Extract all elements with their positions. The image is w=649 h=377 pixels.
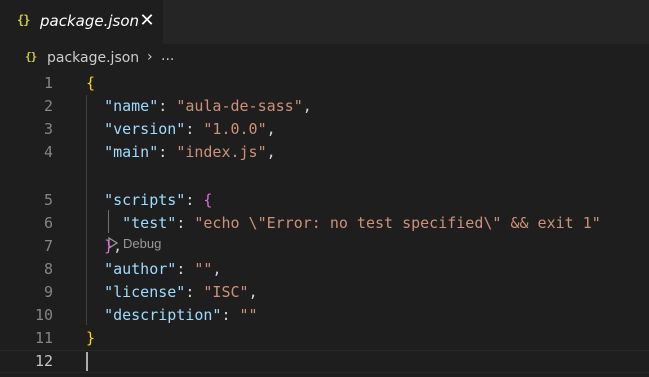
code-text: "test": "echo \"Error: no test specified…: [86, 212, 601, 235]
json-file-icon: {}: [25, 50, 37, 63]
code-text: "description": "": [86, 304, 258, 327]
code-token: "main": [104, 143, 159, 161]
code-text: {: [86, 72, 95, 95]
code-token: :: [176, 214, 195, 232]
code-token: "index.js": [176, 143, 267, 161]
code-token: "1.0.0": [203, 120, 267, 138]
code-text: "main": "index.js",: [86, 141, 276, 164]
code-token: }: [86, 329, 96, 347]
code-line[interactable]: 5 "scripts": {: [0, 189, 649, 212]
line-number: 9: [43, 283, 53, 301]
code-token: "ISC": [203, 283, 249, 301]
code-line[interactable]: 7 },: [0, 235, 649, 258]
code-text: "version": "1.0.0",: [86, 118, 276, 141]
line-number: 1: [43, 74, 53, 92]
line-number: 10: [34, 306, 53, 324]
tab-package-json[interactable]: {} package.json ✕: [0, 0, 163, 45]
tab-label: package.json: [40, 12, 140, 30]
code-token: "author": [104, 260, 177, 278]
line-number: 5: [43, 191, 53, 209]
code-line[interactable]: 12: [0, 350, 649, 373]
line-number: 7: [43, 237, 53, 255]
code-line[interactable]: 9 "license": "ISC",: [0, 281, 649, 304]
code-token: "scripts": [104, 191, 186, 209]
line-number: 4: [43, 143, 53, 161]
code-token: ,: [113, 237, 123, 255]
breadcrumb: {} package.json › ...: [0, 44, 649, 72]
code-token: ,: [266, 120, 276, 138]
code-line[interactable]: 10 "description": "": [0, 304, 649, 327]
code-token: "aula-de-sass": [176, 97, 303, 115]
code-token: ,: [266, 143, 276, 161]
code-token: }: [104, 237, 114, 255]
json-file-icon: {}: [17, 13, 30, 27]
code-token: {: [203, 191, 213, 209]
code-token: ,: [248, 283, 258, 301]
line-number: 11: [34, 329, 53, 347]
code-token: :: [185, 283, 204, 301]
code-token: "license": [104, 283, 186, 301]
code-text: }: [86, 327, 95, 350]
code-token: :: [185, 120, 204, 138]
code-token: "version": [104, 120, 186, 138]
code-text: "name": "aula-de-sass",: [86, 95, 312, 118]
code-token: "description": [104, 306, 222, 324]
line-number: 6: [43, 214, 53, 232]
code-token: "name": [104, 97, 159, 115]
code-token: :: [158, 97, 177, 115]
tab-bar: {} package.json ✕: [0, 0, 649, 45]
code-text: },: [86, 235, 122, 258]
code-token: :: [221, 306, 240, 324]
chevron-right-icon: ›: [147, 49, 153, 65]
code-line[interactable]: 2 "name": "aula-de-sass",: [0, 95, 649, 118]
breadcrumb-file[interactable]: package.json: [47, 50, 139, 66]
code-token: {: [86, 74, 96, 92]
line-number: 12: [34, 352, 53, 370]
code-token: ,: [212, 260, 222, 278]
code-line[interactable]: 1{: [0, 72, 649, 95]
line-number: 8: [43, 260, 53, 278]
code-text: "license": "ISC",: [86, 281, 258, 304]
code-token: "echo \"Error: no test specified\" && ex…: [194, 214, 601, 232]
line-number: 3: [43, 120, 53, 138]
code-token: :: [185, 191, 204, 209]
code-line[interactable]: 4 "main": "index.js",: [0, 141, 649, 164]
close-icon[interactable]: ✕: [137, 9, 157, 33]
code-line[interactable]: 11}: [0, 327, 649, 350]
line-number: 2: [43, 97, 53, 115]
code-token: :: [176, 260, 195, 278]
code-token: ,: [302, 97, 312, 115]
code-line[interactable]: 6 "test": "echo \"Error: no test specifi…: [0, 212, 649, 235]
code-token: :: [158, 143, 177, 161]
breadcrumb-more[interactable]: ...: [161, 48, 174, 64]
code-token: "": [194, 260, 213, 278]
code-editor[interactable]: Debug 1{2 "name": "aula-de-sass", 3 "vers…: [0, 72, 649, 377]
code-line[interactable]: 3 "version": "1.0.0",: [0, 118, 649, 141]
code-token: "": [239, 306, 258, 324]
code-line[interactable]: 8 "author": "",: [0, 258, 649, 281]
code-text: "scripts": {: [86, 189, 212, 212]
code-text: "author": "",: [86, 258, 221, 281]
code-token: "test": [122, 214, 177, 232]
